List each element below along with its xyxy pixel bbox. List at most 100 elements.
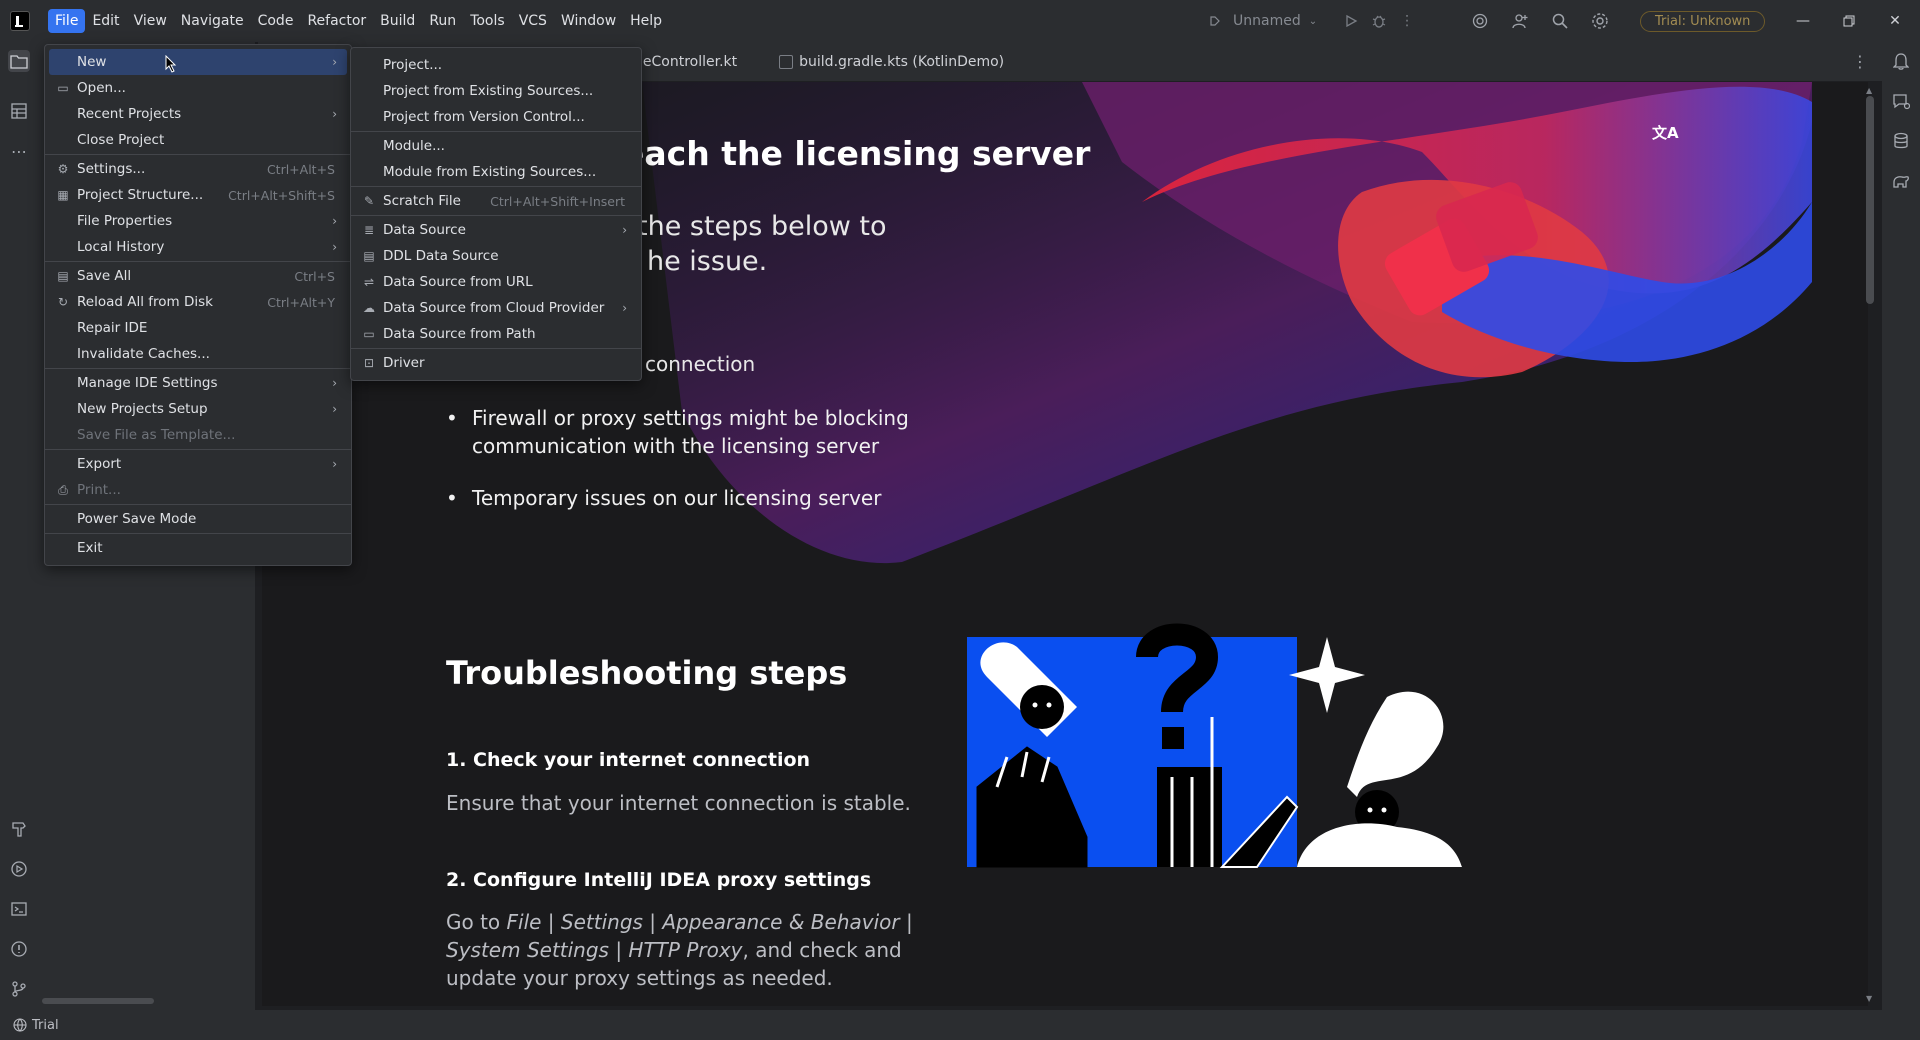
editor-vertical-scrollbar[interactable] bbox=[1866, 96, 1874, 304]
menu-item-data-source-from-url[interactable]: ⇌ Data Source from URL bbox=[355, 269, 637, 295]
menu-item-new-projects-setup[interactable]: New Projects Setup › bbox=[49, 396, 347, 422]
tab-build-gradle[interactable]: build.gradle.kts (KotlinDemo) bbox=[765, 42, 1018, 82]
more-actions-icon[interactable]: ⋮ bbox=[1397, 11, 1417, 31]
menu-item-data-source-from-path[interactable]: ▭ Data Source from Path bbox=[355, 321, 637, 347]
trial-badge[interactable]: Trial: Unknown bbox=[1640, 10, 1766, 32]
services-icon[interactable] bbox=[8, 858, 30, 880]
cause-list: Firewall or proxy settings might be bloc… bbox=[446, 404, 1066, 536]
settings-gear-icon[interactable] bbox=[1590, 11, 1610, 31]
scroll-down-arrow-icon[interactable]: ▼ bbox=[1866, 994, 1874, 1003]
menu-item-project-from-existing-sources[interactable]: Project from Existing Sources... bbox=[355, 78, 637, 104]
menu-item-data-source[interactable]: ≣ Data Source › bbox=[355, 217, 637, 243]
ai-chat-icon[interactable] bbox=[1890, 90, 1912, 112]
menu-item-file-properties[interactable]: File Properties › bbox=[49, 208, 347, 234]
menu-item-label: Driver bbox=[383, 355, 425, 371]
menu-view[interactable]: View bbox=[127, 9, 174, 33]
menu-tools[interactable]: Tools bbox=[463, 9, 512, 33]
database-icon[interactable] bbox=[1890, 130, 1912, 152]
menu-item-settings[interactable]: ⚙ Settings... Ctrl+Alt+S bbox=[49, 156, 347, 182]
status-bar: Trial bbox=[0, 1010, 1920, 1040]
menu-edit[interactable]: Edit bbox=[85, 9, 126, 33]
menu-help[interactable]: Help bbox=[623, 9, 669, 33]
menu-item-power-save-mode[interactable]: Power Save Mode bbox=[49, 506, 347, 532]
structure-icon[interactable] bbox=[8, 100, 30, 122]
scroll-up-arrow-icon[interactable]: ▲ bbox=[1866, 86, 1874, 95]
menu-code[interactable]: Code bbox=[251, 9, 301, 33]
trial-status[interactable]: Trial bbox=[32, 1018, 59, 1033]
project-horizontal-scrollbar[interactable] bbox=[42, 998, 154, 1004]
step-2-text-prefix: Go to bbox=[446, 910, 507, 934]
menu-separator bbox=[351, 215, 641, 216]
menu-item-module-from-existing-sources[interactable]: Module from Existing Sources... bbox=[355, 159, 637, 185]
tabs-more-icon[interactable]: ⋮ bbox=[1852, 52, 1868, 71]
menu-item-exit[interactable]: Exit bbox=[49, 535, 347, 561]
menu-item-project[interactable]: Project... bbox=[355, 52, 637, 78]
run-config-icon bbox=[1205, 11, 1225, 31]
right-tool-strip bbox=[1882, 42, 1920, 1010]
database-icon: ≣ bbox=[363, 223, 375, 237]
project-name[interactable]: Unnamed bbox=[1233, 13, 1301, 29]
menu-item-module[interactable]: Module... bbox=[355, 133, 637, 159]
menu-item-invalidate-caches[interactable]: Invalidate Caches... bbox=[49, 341, 347, 367]
menu-item-save-all[interactable]: ▤ Save All Ctrl+S bbox=[49, 263, 347, 289]
notifications-bell-icon[interactable] bbox=[1890, 50, 1912, 72]
menu-item-label: Project... bbox=[383, 57, 443, 73]
menu-item-label: Power Save Mode bbox=[77, 511, 197, 527]
menu-item-export[interactable]: Export › bbox=[49, 451, 347, 477]
menu-item-manage-ide-settings[interactable]: Manage IDE Settings › bbox=[49, 370, 347, 396]
app-logo[interactable] bbox=[10, 11, 30, 31]
restore-icon[interactable] bbox=[1826, 0, 1872, 42]
menu-item-ddl-data-source[interactable]: ▤ DDL Data Source bbox=[355, 243, 637, 269]
menu-item-label: Print... bbox=[77, 482, 121, 498]
menu-item-label: Module... bbox=[383, 138, 445, 154]
menu-item-repair-ide[interactable]: Repair IDE bbox=[49, 315, 347, 341]
menu-item-project-from-version-control[interactable]: Project from Version Control... bbox=[355, 104, 637, 130]
step-1-text: Ensure that your internet connection is … bbox=[446, 791, 911, 815]
menu-item-label: Module from Existing Sources... bbox=[383, 164, 597, 180]
build-hammer-icon[interactable] bbox=[8, 818, 30, 840]
ai-assistant-icon[interactable] bbox=[1470, 11, 1490, 31]
main-menubar: File Edit View Navigate Code Refactor Build Run… bbox=[48, 7, 669, 35]
translate-icon[interactable]: 文A bbox=[1652, 122, 1679, 143]
new-submenu: Project... Project from Existing Sources.… bbox=[350, 47, 642, 381]
menu-build[interactable]: Build bbox=[373, 9, 422, 33]
menu-vcs[interactable]: VCS bbox=[512, 9, 554, 33]
reload-icon: ↻ bbox=[57, 295, 69, 309]
title-bar: File Edit View Navigate Code Refactor Build Run… bbox=[0, 0, 1920, 42]
menu-file[interactable]: File bbox=[48, 9, 86, 33]
menu-item-reload-all-from-disk[interactable]: ↻ Reload All from Disk Ctrl+Alt+Y bbox=[49, 289, 347, 315]
menu-navigate[interactable]: Navigate bbox=[174, 9, 251, 33]
gradle-elephant-icon[interactable] bbox=[1890, 170, 1912, 192]
menu-window[interactable]: Window bbox=[554, 9, 623, 33]
menu-item-label: Save File as Template... bbox=[77, 427, 236, 443]
project-folder-icon[interactable] bbox=[8, 50, 30, 72]
menu-item-save-file-as-template: Save File as Template... bbox=[49, 422, 347, 448]
menu-item-project-structure[interactable]: ▦ Project Structure... Ctrl+Alt+Shift+S bbox=[49, 182, 347, 208]
menu-item-shortcut: Ctrl+S bbox=[294, 268, 335, 284]
menu-item-data-source-from-cloud-provider[interactable]: ☁ Data Source from Cloud Provider › bbox=[355, 295, 637, 321]
search-icon[interactable] bbox=[1550, 11, 1570, 31]
menu-item-local-history[interactable]: Local History › bbox=[49, 234, 347, 260]
more-tools-icon[interactable]: ⋯ bbox=[8, 140, 30, 162]
menu-separator bbox=[351, 131, 641, 132]
menu-item-close-project[interactable]: Close Project bbox=[49, 127, 347, 153]
menu-item-label: Recent Projects bbox=[77, 106, 182, 122]
git-branch-icon[interactable] bbox=[8, 978, 30, 1000]
minimize-icon[interactable]: — bbox=[1780, 0, 1826, 42]
code-with-me-icon[interactable] bbox=[1510, 11, 1530, 31]
driver-icon: ⊡ bbox=[363, 356, 375, 370]
run-icon[interactable] bbox=[1341, 11, 1361, 31]
cause-bullet-partial: connection bbox=[645, 352, 756, 376]
menu-item-new[interactable]: New › bbox=[49, 49, 347, 75]
menu-item-open[interactable]: ▭ Open... bbox=[49, 75, 347, 101]
menu-refactor[interactable]: Refactor bbox=[300, 9, 373, 33]
close-icon[interactable]: ✕ bbox=[1872, 0, 1918, 42]
menu-item-driver[interactable]: ⊡ Driver bbox=[355, 350, 637, 376]
debug-icon[interactable] bbox=[1369, 11, 1389, 31]
problems-icon[interactable] bbox=[8, 938, 30, 960]
terminal-icon[interactable] bbox=[8, 898, 30, 920]
menu-item-label: Reload All from Disk bbox=[77, 294, 213, 310]
menu-item-recent-projects[interactable]: Recent Projects › bbox=[49, 101, 347, 127]
menu-item-scratch-file[interactable]: ✎ Scratch File Ctrl+Alt+Shift+Insert bbox=[355, 188, 637, 214]
menu-run[interactable]: Run bbox=[422, 9, 463, 33]
